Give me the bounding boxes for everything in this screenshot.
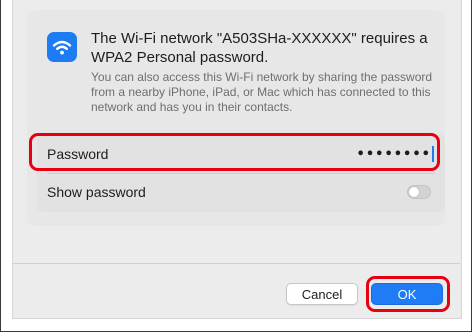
- footer-divider: [12, 263, 460, 264]
- cancel-button[interactable]: Cancel: [286, 283, 358, 305]
- wifi-icon: [47, 32, 77, 62]
- dialog-headline: The Wi-Fi network "A503SHa-XXXXXX" requi…: [91, 30, 428, 66]
- dialog-subtext: You can also access this Wi-Fi network b…: [91, 70, 433, 114]
- password-value[interactable]: ••••••••: [357, 147, 431, 162]
- text-caret: [432, 146, 434, 162]
- password-field[interactable]: Password ••••••••: [37, 138, 445, 170]
- show-password-toggle[interactable]: [407, 185, 431, 199]
- wifi-password-dialog: The Wi-Fi network "A503SHa-XXXXXX" requi…: [12, 0, 462, 319]
- password-fields-group: Password •••••••• Show password: [37, 134, 445, 212]
- toggle-knob: [409, 187, 419, 197]
- show-password-label: Show password: [47, 184, 146, 200]
- show-password-row: Show password: [37, 176, 445, 208]
- fields-divider: [47, 173, 435, 174]
- ok-button[interactable]: OK: [371, 283, 443, 305]
- password-label: Password: [47, 146, 109, 162]
